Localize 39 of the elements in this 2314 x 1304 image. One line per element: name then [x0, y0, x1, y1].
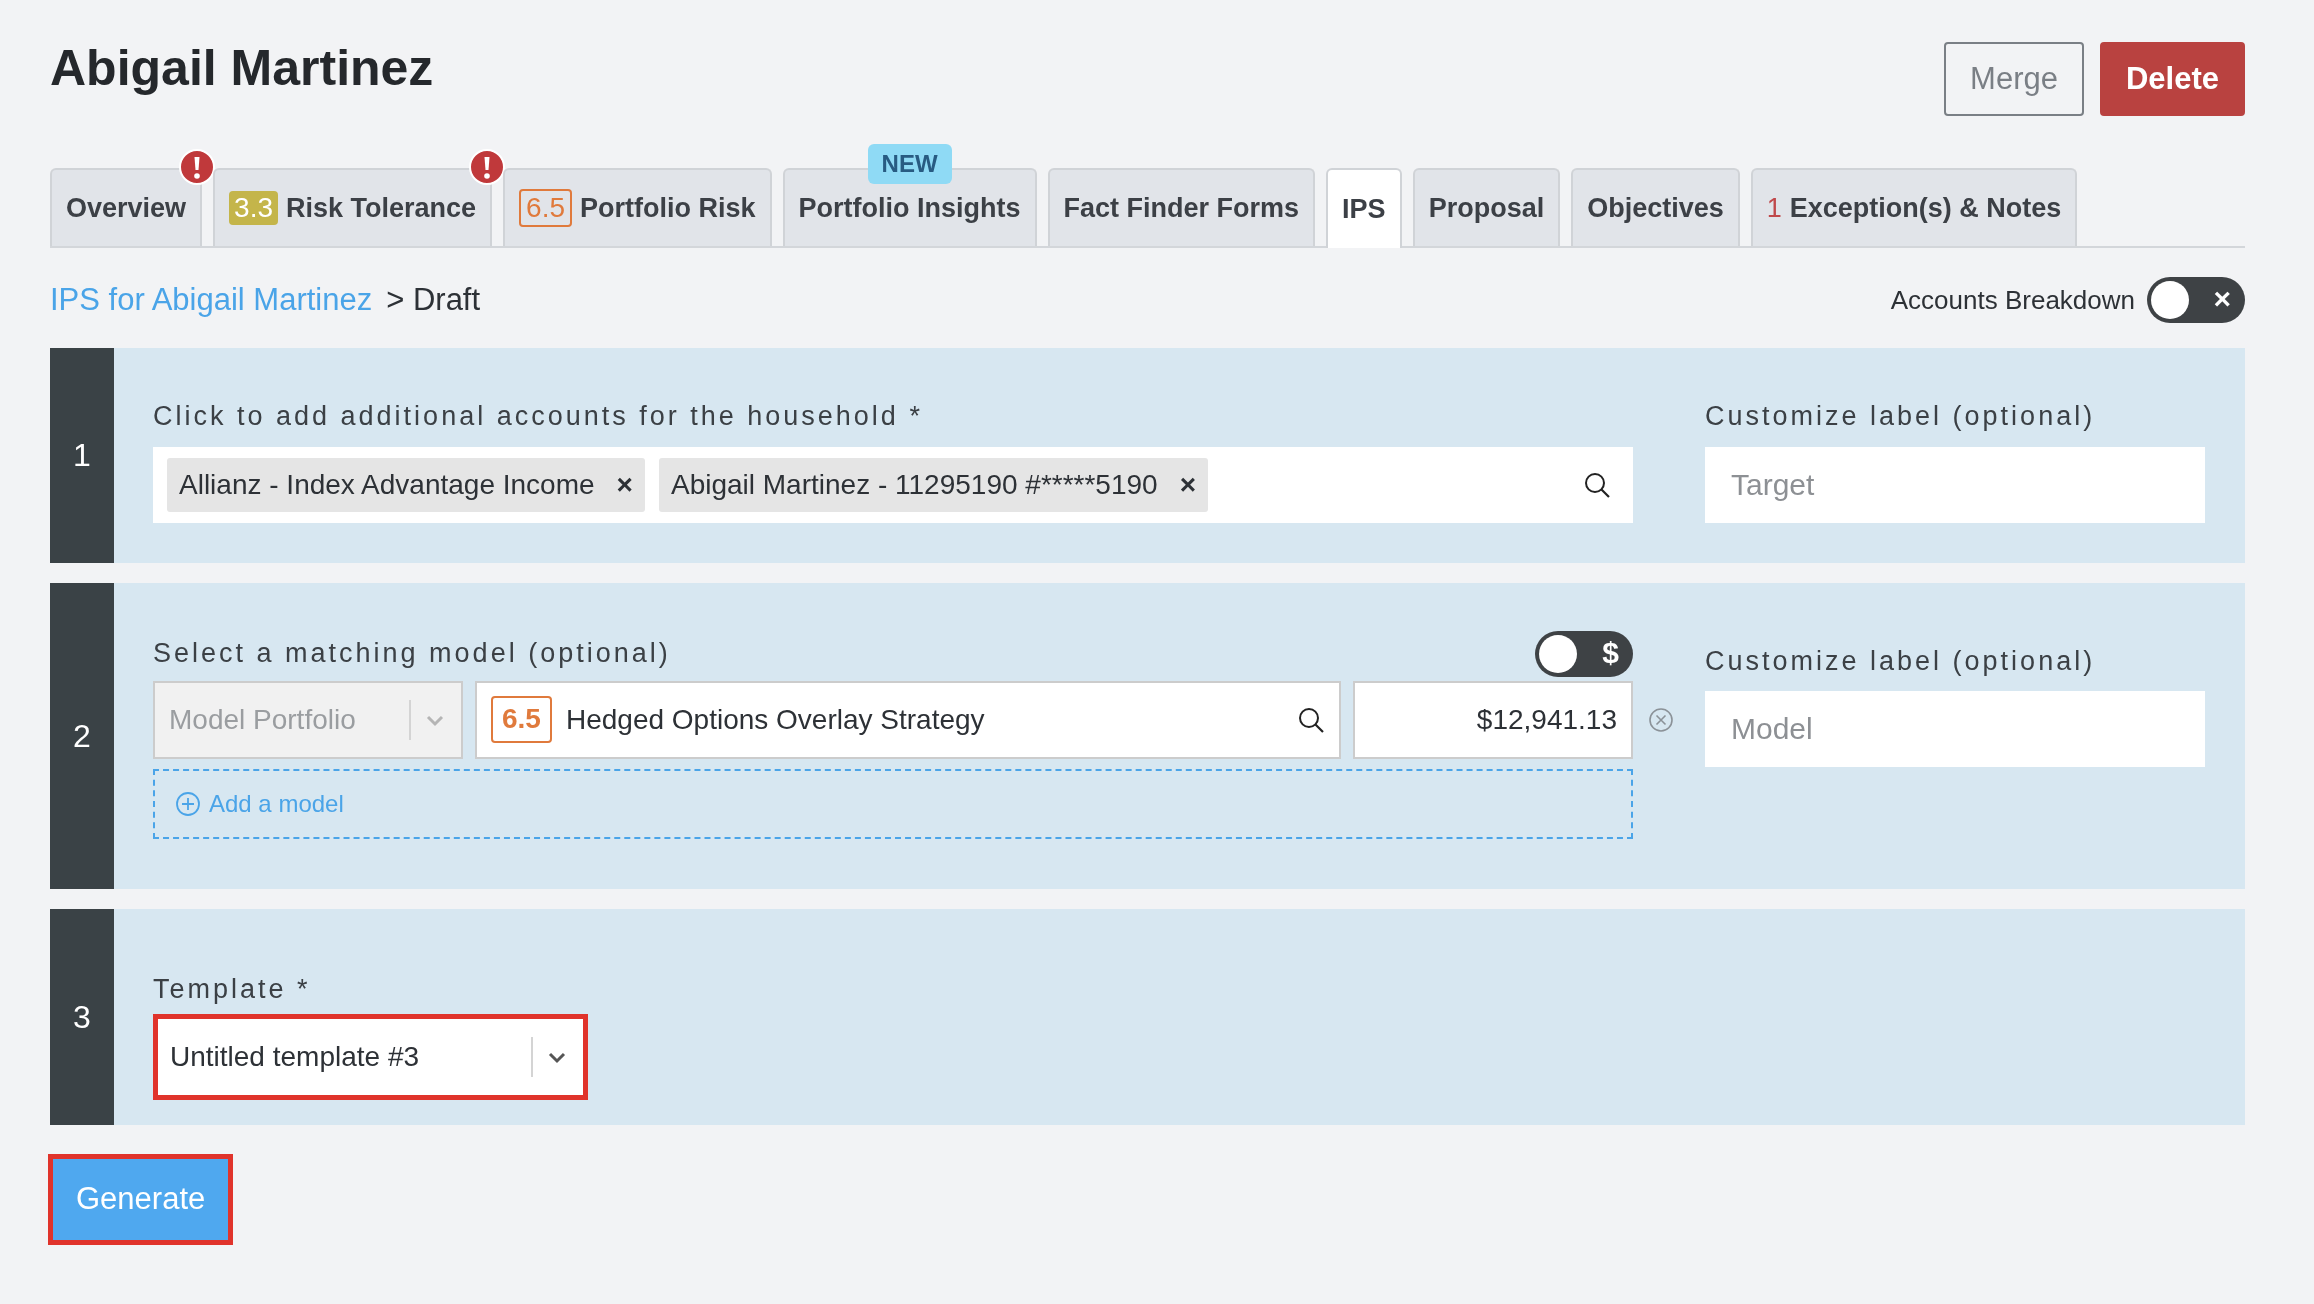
remove-icon[interactable]: ×: [616, 463, 633, 506]
step-number: 1: [50, 348, 114, 563]
merge-button[interactable]: Merge: [1944, 42, 2084, 116]
delete-button[interactable]: Delete: [2099, 42, 2245, 116]
field-label: Customize label (optional): [1705, 400, 2097, 433]
toggle-label: Accounts Breakdown: [1890, 283, 2135, 317]
remove-icon[interactable]: ×: [1179, 463, 1197, 506]
search-icon: [1583, 470, 1611, 499]
field-label: Template *: [153, 972, 312, 1006]
currency-toggle[interactable]: $: [1535, 630, 1633, 677]
search-icon: [1297, 705, 1325, 734]
amount-field[interactable]: $12,941.13: [1353, 680, 1633, 759]
new-badge: NEW: [867, 144, 952, 184]
field-label: Select a matching model (optional): [153, 637, 671, 671]
tag-text: Allianz - Index Advantage Income: [179, 467, 595, 502]
tab[interactable]: Overview: [50, 168, 203, 246]
chevron-down-icon: [547, 1050, 567, 1064]
tab[interactable]: Fact Finder Forms: [1047, 168, 1316, 246]
accounts-field[interactable]: Allianz - Index Advantage Income × Abigail Martinez - 11295190 #*****5190 ×: [153, 446, 1633, 523]
breadcrumb-current: > Draft: [386, 280, 481, 319]
tab[interactable]: Proposal: [1412, 168, 1561, 246]
accounts-breakdown-toggle[interactable]: ×: [2147, 277, 2245, 323]
clear-icon: [1648, 706, 1674, 733]
label-input[interactable]: Model: [1705, 691, 2205, 767]
tab[interactable]: 3.3 Risk Tolerance: [213, 168, 493, 246]
step-number: 2: [50, 582, 114, 889]
field-label: Customize label (optional): [1705, 644, 2097, 678]
tab[interactable]: 6.5 Portfolio Risk: [503, 168, 772, 246]
risk-score-badge: 6.5: [491, 696, 552, 743]
model-search-field[interactable]: 6.5 Hedged Options Overlay Strategy: [475, 680, 1341, 759]
step-number: 3: [50, 908, 114, 1125]
field-label: Click to add additional accounts for the household *: [153, 400, 924, 433]
tab[interactable]: IPS: [1326, 168, 1402, 248]
tab[interactable]: Objectives: [1571, 168, 1740, 246]
tag-text: Abigail Martinez - 11295190 #*****5190: [670, 467, 1158, 502]
page-title: Abigail Martinez: [50, 39, 434, 98]
tab[interactable]: 1 Exception(s) & Notes: [1750, 168, 2078, 246]
plus-circle-icon: [175, 790, 201, 817]
label-input[interactable]: Target: [1705, 446, 2205, 523]
